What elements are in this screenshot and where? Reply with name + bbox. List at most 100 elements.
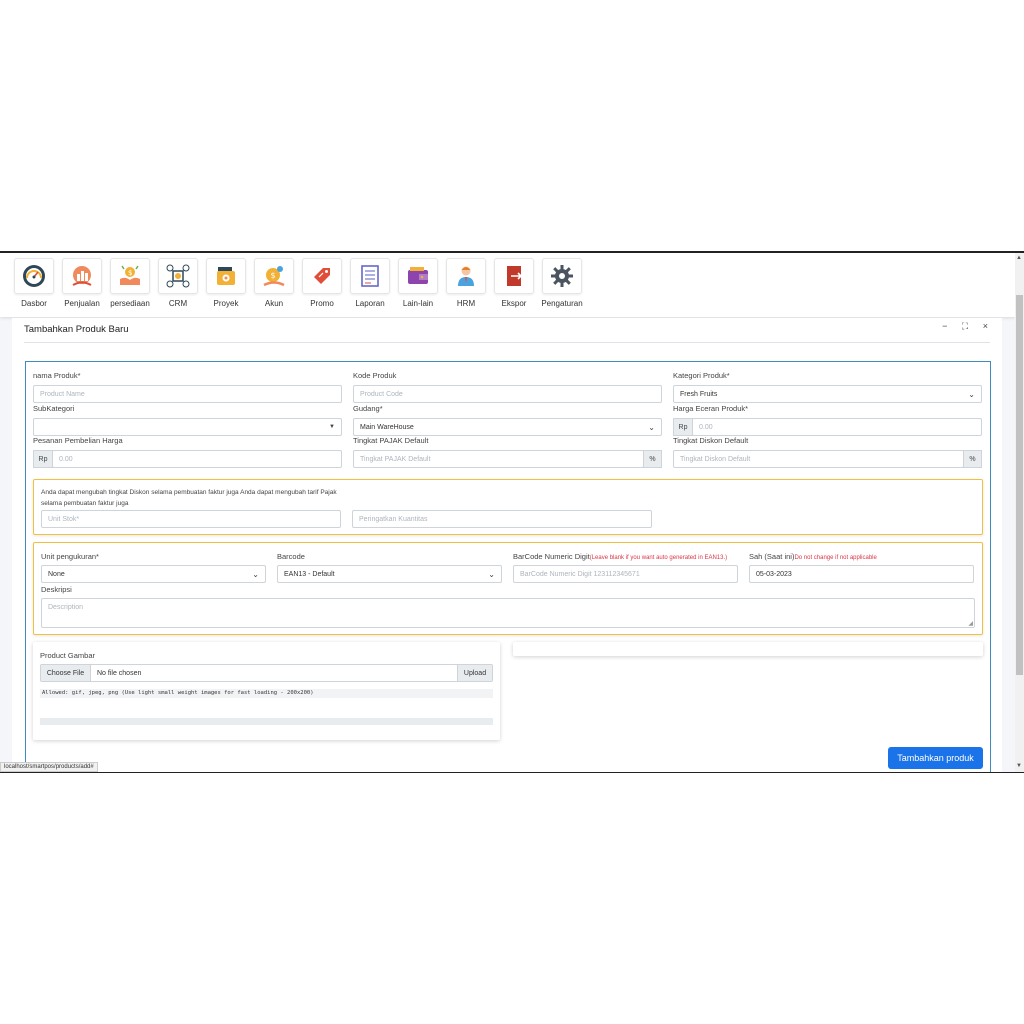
price-tag-icon <box>302 258 342 294</box>
valid-date-value: 05-03-2023 <box>756 570 792 578</box>
file-name-text: No file chosen <box>97 669 142 677</box>
maximize-icon[interactable]: ⛶ <box>962 321 968 331</box>
image-upload-card: Product Gambar Choose File No file chose… <box>33 642 500 740</box>
barcode-digit-note: (Leave blank if you want auto generated … <box>589 555 728 561</box>
upload-progress-bar <box>40 718 493 725</box>
currency-prefix: Rp <box>33 450 53 468</box>
unit-value: None <box>48 570 65 578</box>
warehouse-value: Main WareHouse <box>360 423 414 431</box>
content-panel: Tambahkan Produk Baru − ⛶ × nama Produk*… <box>12 318 1002 772</box>
image-preview-card <box>513 642 983 656</box>
stock-info-box: Anda dapat mengubah tingkat Diskon selam… <box>33 479 983 535</box>
product-code-input[interactable]: Product Code <box>353 385 662 403</box>
scrollbar-thumb[interactable] <box>1016 295 1023 675</box>
retail-price-input[interactable]: 0.00 <box>692 418 982 436</box>
close-icon[interactable]: × <box>983 321 988 331</box>
top-navigation: Dasbor Penjualan $ persediaan CRM Proyek… <box>0 253 1015 317</box>
percent-suffix: % <box>643 450 662 468</box>
vertical-scrollbar[interactable]: ▲ ▼ <box>1015 253 1024 772</box>
tax-rate-input[interactable]: Tingkat PAJAK Default <box>353 450 644 468</box>
description-label: Deskripsi <box>41 585 72 594</box>
purchase-price-placeholder: 0.00 <box>59 455 73 463</box>
category-label: Kategori Produk* <box>673 371 730 380</box>
coin-account-icon: $ <box>254 258 294 294</box>
scroll-down-icon[interactable]: ▼ <box>1016 763 1022 769</box>
discount-rate-label: Tingkat Diskon Default <box>673 436 749 445</box>
purchase-price-label: Pesanan Pembelian Harga <box>33 436 123 445</box>
status-bar-url: localhost/smartpos/products/add# <box>0 762 98 772</box>
barcode-digit-label: BarCode Numeric Digit(Leave blank if you… <box>513 552 727 561</box>
export-door-icon <box>494 258 534 294</box>
discount-rate-input[interactable]: Tingkat Diskon Default <box>673 450 964 468</box>
project-folder-icon <box>206 258 246 294</box>
svg-text:$: $ <box>271 271 276 280</box>
quantity-alert-placeholder: Peringatkan Kuantitas <box>359 515 428 523</box>
quantity-alert-input[interactable]: Peringatkan Kuantitas <box>352 510 652 528</box>
subcategory-select[interactable]: ▼ <box>33 418 342 436</box>
crm-network-icon <box>158 258 198 294</box>
chevron-down-icon: ⌄ <box>488 570 495 579</box>
report-list-icon <box>350 258 390 294</box>
page-title: Tambahkan Produk Baru <box>24 324 129 335</box>
allowed-file-types: Allowed: gif, jpeg, png (Use light small… <box>40 689 493 698</box>
currency-prefix: Rp <box>673 418 693 436</box>
choose-file-button[interactable]: Choose File <box>41 665 91 681</box>
svg-text:$: $ <box>128 269 132 277</box>
tax-rate-label: Tingkat PAJAK Default <box>353 436 429 445</box>
browser-viewport: Dasbor Penjualan $ persediaan CRM Proyek… <box>0 251 1024 773</box>
chevron-down-icon: ⌄ <box>968 390 975 399</box>
purchase-price-input[interactable]: 0.00 <box>52 450 342 468</box>
product-name-label: nama Produk* <box>33 371 81 380</box>
nav-label: Pengaturan <box>541 299 583 308</box>
product-code-label: Kode Produk <box>353 371 397 380</box>
gear-icon <box>542 258 582 294</box>
nav-pengaturan[interactable]: Pengaturan <box>538 256 586 314</box>
percent-suffix: % <box>963 450 982 468</box>
speedometer-icon <box>14 258 54 294</box>
image-label: Product Gambar <box>40 651 96 660</box>
scroll-up-icon[interactable]: ▲ <box>1016 255 1022 261</box>
chevron-down-icon: ⌄ <box>252 570 259 579</box>
warehouse-select[interactable]: Main WareHouse ⌄ <box>353 418 662 436</box>
category-value: Fresh Fruits <box>680 390 718 398</box>
page: Dasbor Penjualan $ persediaan CRM Proyek… <box>0 253 1015 772</box>
warehouse-label: Gudang* <box>353 404 383 413</box>
valid-date-note: Do not change if not applicable <box>794 555 877 561</box>
barcode-digit-label-text: BarCode Numeric Digit <box>513 552 590 561</box>
barcode-select[interactable]: EAN13 - Default ⌄ <box>277 565 502 583</box>
info-text: Anda dapat mengubah tingkat Diskon selam… <box>41 489 337 496</box>
retail-price-placeholder: 0.00 <box>699 423 713 431</box>
retail-price-label: Harga Eceran Produk* <box>673 404 749 413</box>
product-name-input[interactable]: Product Name <box>33 385 342 403</box>
discount-rate-placeholder: Tingkat Diskon Default <box>680 455 751 463</box>
wallet-icon <box>398 258 438 294</box>
valid-date-input[interactable]: 05-03-2023 <box>749 565 974 583</box>
upload-button[interactable]: Upload <box>457 665 492 681</box>
subcategory-label: SubKategori <box>33 404 75 413</box>
caret-down-icon: ▼ <box>329 424 335 430</box>
product-code-placeholder: Product Code <box>360 390 403 398</box>
stock-unit-placeholder: Unit Stok* <box>48 515 80 523</box>
person-icon <box>446 258 486 294</box>
valid-date-label: Sah (Saat ini)Do not change if not appli… <box>749 552 877 561</box>
product-name-placeholder: Product Name <box>40 390 85 398</box>
window-controls: − ⛶ × <box>930 321 988 332</box>
category-select[interactable]: Fresh Fruits ⌄ <box>673 385 982 403</box>
minimize-icon[interactable]: − <box>942 321 947 331</box>
add-product-button[interactable]: Tambahkan produk <box>888 747 983 769</box>
sales-chart-icon <box>62 258 102 294</box>
resize-handle-icon[interactable]: ◢ <box>968 620 973 627</box>
unit-label: Unit pengukuran* <box>41 552 99 561</box>
unit-select[interactable]: None ⌄ <box>41 565 266 583</box>
stock-unit-input[interactable]: Unit Stok* <box>41 510 341 528</box>
description-textarea[interactable]: Description ◢ <box>41 598 975 628</box>
unit-barcode-box: Unit pengukuran* None ⌄ Barcode EAN13 - D… <box>33 542 983 635</box>
barcode-value: EAN13 - Default <box>284 570 335 578</box>
info-text: selama pembuatan faktur juga <box>41 500 129 507</box>
file-input-group: Choose File No file chosen Upload <box>40 664 493 682</box>
barcode-digit-input[interactable]: BarCode Numeric Digit 123112345671 <box>513 565 738 583</box>
description-placeholder: Description <box>48 604 84 611</box>
tax-rate-placeholder: Tingkat PAJAK Default <box>360 455 431 463</box>
title-divider <box>24 342 990 343</box>
money-hand-icon: $ <box>110 258 150 294</box>
